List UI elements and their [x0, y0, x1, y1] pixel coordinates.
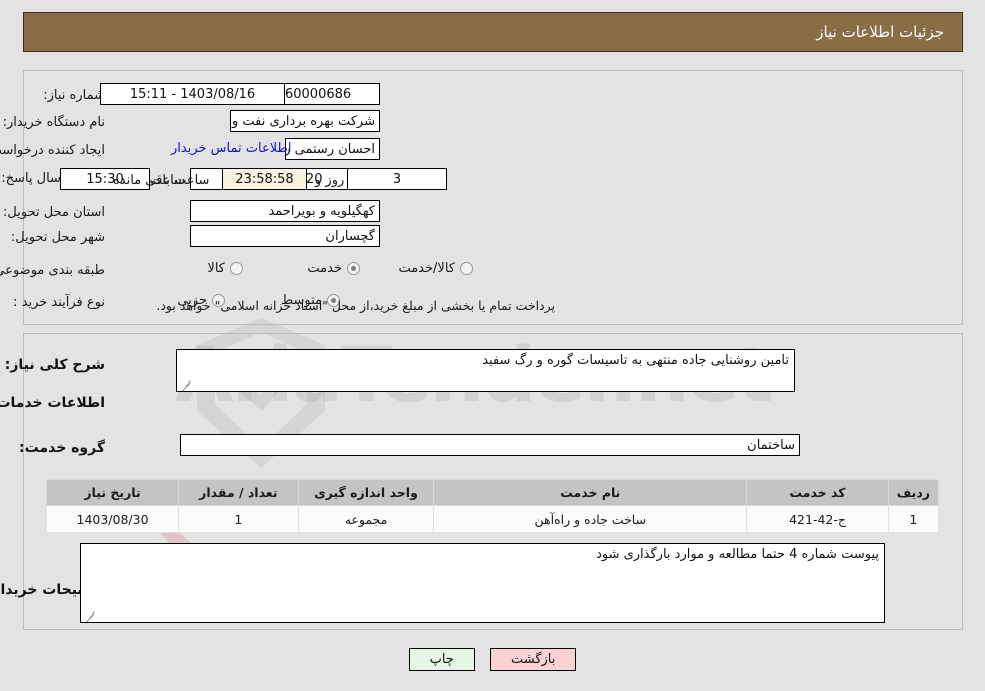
table-header-row: ردیف کد خدمت نام خدمت واحد اندازه گیری ت… — [45, 479, 940, 506]
announce-datetime-value: 1403/08/16 - 15:11 — [100, 83, 285, 105]
cell-code: ج-42-421 — [746, 505, 889, 533]
delivery-city-label: شهر محل تحویل: — [10, 230, 105, 245]
need-summary-panel — [23, 70, 963, 325]
delivery-province-value: کهگیلویه و بویراحمد — [190, 200, 380, 222]
cell-name: ساخت جاده و راه‌آهن — [433, 505, 748, 533]
resize-grip-icon[interactable] — [180, 378, 191, 391]
category-label: طبقه بندی موضوعی: — [0, 263, 105, 278]
deadline-remaining-label: ساعت باقی مانده — [113, 173, 210, 188]
buyer-contact-link[interactable]: اطلاعات تماس خریدار — [171, 141, 291, 156]
radio-category-kala[interactable]: کالا — [207, 261, 243, 276]
buyer-notes-value: پیوست شماره 4 حتما مطالعه و موارد بارگذا… — [596, 547, 879, 562]
page-title: جزئیات اطلاعات نیاز — [816, 23, 944, 41]
deadline-days-label: روز و — [315, 173, 345, 188]
page-title-bar: جزئیات اطلاعات نیاز — [23, 12, 963, 52]
services-section-heading: اطلاعات خدمات مورد نیاز — [0, 395, 105, 411]
back-button[interactable]: بازگشت — [489, 648, 577, 671]
cell-quantity: 1 — [178, 505, 299, 533]
deadline-days-value: 3 — [347, 168, 447, 190]
radio-label: خدمت — [307, 261, 342, 276]
process-type-label: نوع فرآیند خرید : — [13, 295, 105, 310]
radio-category-kala-khedmat[interactable]: کالا/خدمت — [398, 261, 473, 276]
footer-button-bar: بازگشت چاپ — [0, 648, 985, 671]
general-description-textarea[interactable]: تامین روشنایی جاده منتهی به تاسیسات گوره… — [176, 349, 795, 392]
print-button[interactable]: چاپ — [408, 648, 475, 671]
service-group-value: ساختمان — [180, 434, 800, 456]
page-root: ➜ AriaTender.net جزئیات اطلاعات نیاز شما… — [0, 0, 985, 691]
payment-note: پرداخت تمام یا بخشی از مبلغ خرید،از محل … — [156, 298, 555, 313]
radio-indicator — [347, 262, 360, 275]
general-description-value: تامین روشنایی جاده منتهی به تاسیسات گوره… — [482, 353, 789, 368]
col-header-row: ردیف — [887, 479, 940, 506]
radio-category-khedmat[interactable]: خدمت — [307, 261, 360, 276]
col-header-code: کد خدمت — [746, 479, 889, 506]
table-row: 1 ج-42-421 ساخت جاده و راه‌آهن مجموعه 1 … — [45, 505, 940, 533]
need-number-label: شماره نیاز: — [43, 88, 105, 103]
service-group-label: گروه خدمت: — [19, 440, 105, 456]
request-creator-label: ایجاد کننده درخواست: — [0, 143, 105, 158]
general-description-label: شرح کلی نیاز: — [4, 357, 105, 373]
radio-indicator — [230, 262, 243, 275]
delivery-province-label: استان محل تحویل: — [3, 205, 105, 220]
radio-indicator — [460, 262, 473, 275]
radio-label: کالا/خدمت — [398, 261, 455, 276]
delivery-city-value: گچساران — [190, 225, 380, 247]
cell-unit: مجموعه — [297, 505, 435, 533]
col-header-unit: واحد اندازه گیری — [297, 479, 435, 506]
col-header-name: نام خدمت — [433, 479, 748, 506]
buyer-org-label: نام دستگاه خریدار: — [2, 115, 105, 130]
col-header-date: تاریخ نیاز — [45, 479, 180, 506]
buyer-notes-textarea[interactable]: پیوست شماره 4 حتما مطالعه و موارد بارگذا… — [80, 543, 885, 623]
resize-grip-icon[interactable] — [84, 609, 95, 622]
buyer-org-value: شرکت بهره برداری نفت و گاز گچساران — [230, 110, 380, 132]
request-creator-value: احسان رستمی رئیس خدمات امور مهندسی و ساخ… — [285, 138, 380, 160]
radio-label: کالا — [207, 261, 225, 276]
cell-date: 1403/08/30 — [45, 505, 180, 533]
services-table: ردیف کد خدمت نام خدمت واحد اندازه گیری ت… — [45, 479, 940, 533]
cell-row: 1 — [887, 505, 940, 533]
col-header-quantity: تعداد / مقدار — [178, 479, 299, 506]
deadline-countdown-value: 23:58:58 — [222, 168, 307, 190]
